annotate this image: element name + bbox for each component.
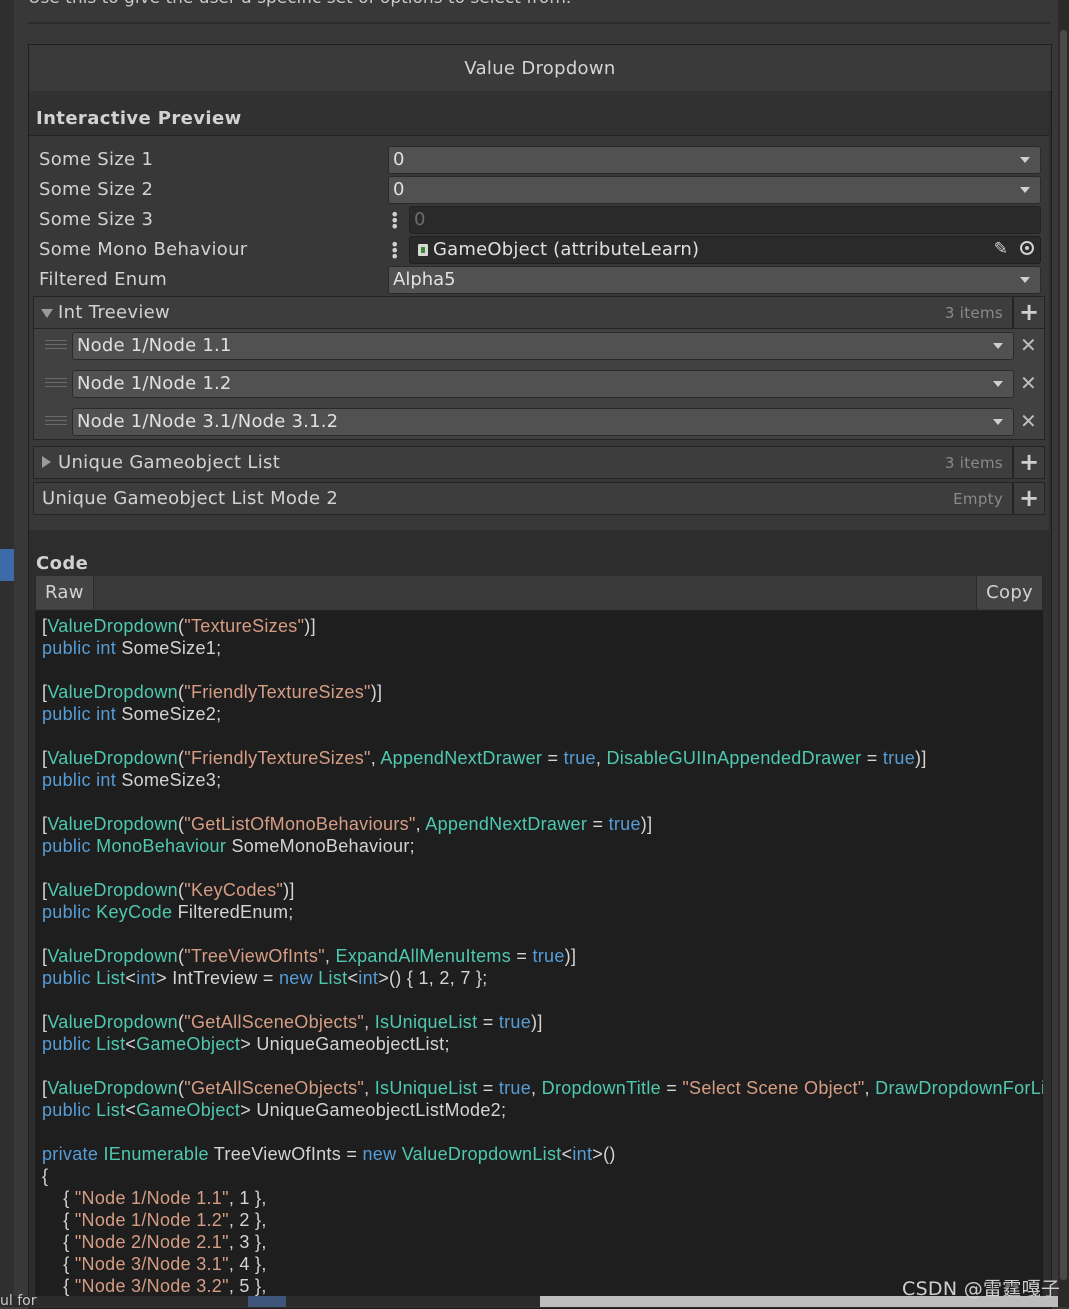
- dropdown-value: 0: [393, 149, 405, 170]
- add-item-button[interactable]: +: [1013, 296, 1045, 329]
- section-title: Code: [36, 553, 89, 574]
- field-some-size-2: Some Size 2 0: [29, 176, 1049, 204]
- pencil-icon[interactable]: ✎: [994, 239, 1008, 259]
- add-item-button[interactable]: +: [1013, 446, 1045, 479]
- item-dropdown[interactable]: Node 1/Node 1.1: [72, 332, 1014, 360]
- list-item: Node 1/Node 3.1/Node 3.1.2 ✕: [34, 407, 1044, 437]
- copy-button[interactable]: Copy: [976, 576, 1043, 609]
- some-size-3-field[interactable]: 0: [409, 206, 1041, 234]
- code-text: [ValueDropdown("TextureSizes")] public i…: [42, 616, 1043, 1296]
- unique-gameobject-list-mode2-header[interactable]: Unique Gameobject List Mode 2 Empty: [33, 482, 1013, 515]
- dropdown-value: Node 1/Node 3.1/Node 3.1.2: [77, 411, 339, 432]
- caret-down-icon: [993, 343, 1003, 349]
- dropdown-value: 0: [393, 179, 405, 200]
- script-icon: [418, 244, 428, 256]
- list-title: Int Treeview: [58, 302, 171, 323]
- vertical-scroll-thumb[interactable]: [1060, 30, 1067, 1280]
- field-label: Some Size 1: [39, 149, 154, 170]
- int-treeview-items: Node 1/Node 1.1 ✕ Node 1/Node 1.2 ✕ Node…: [33, 329, 1045, 440]
- field-some-size-1: Some Size 1 0: [29, 146, 1049, 174]
- filtered-enum-dropdown[interactable]: Alpha5: [388, 266, 1041, 294]
- tab-raw[interactable]: Raw: [35, 576, 94, 609]
- field-label: Some Mono Behaviour: [39, 239, 248, 260]
- list-title: Unique Gameobject List Mode 2: [42, 488, 339, 509]
- code-header: Code: [29, 540, 1049, 576]
- code-block: [ValueDropdown("TextureSizes")] public i…: [35, 611, 1043, 1301]
- left-panel-strip: [0, 0, 14, 1307]
- list-item: Node 1/Node 1.1 ✕: [34, 331, 1044, 361]
- bottom-accent: [248, 1296, 286, 1307]
- caret-down-icon: [1020, 277, 1030, 283]
- item-count: Empty: [953, 490, 1003, 508]
- some-size-1-dropdown[interactable]: 0: [388, 146, 1041, 174]
- list-title: Unique Gameobject List: [58, 452, 281, 473]
- mono-behaviour-object-field[interactable]: GameObject (attributeLearn) ✎: [409, 236, 1041, 264]
- section-title: Interactive Preview: [36, 108, 242, 129]
- remove-item-icon[interactable]: ✕: [1020, 409, 1037, 433]
- interactive-preview: Some Size 1 0 Some Size 2 0 Some Size 3 …: [29, 136, 1049, 530]
- field-value: 0: [414, 209, 426, 230]
- collapsed-arrow-icon[interactable]: [42, 456, 51, 468]
- description-text: Use this to give the user a specific set…: [28, 0, 1048, 10]
- some-size-2-dropdown[interactable]: 0: [388, 176, 1041, 204]
- field-filtered-enum: Filtered Enum Alpha5: [29, 266, 1049, 294]
- remove-item-icon[interactable]: ✕: [1020, 371, 1037, 395]
- dropdown-value: Node 1/Node 1.2: [77, 373, 232, 394]
- unique-gameobject-list-header[interactable]: Unique Gameobject List 3 items: [33, 446, 1013, 479]
- item-dropdown[interactable]: Node 1/Node 1.2: [72, 370, 1014, 398]
- watermark: CSDN @雷霆嘎子: [902, 1278, 1061, 1300]
- caret-down-icon: [1020, 157, 1030, 163]
- field-label: Some Size 3: [39, 209, 154, 230]
- more-options-icon[interactable]: • • •: [390, 207, 399, 235]
- field-some-size-3: Some Size 3 • • • 0: [29, 206, 1049, 235]
- drag-handle-icon[interactable]: [45, 378, 67, 390]
- left-selection-indicator: [0, 549, 14, 581]
- expand-arrow-icon[interactable]: [41, 309, 53, 318]
- drag-handle-icon[interactable]: [45, 416, 67, 428]
- item-count: 3 items: [944, 304, 1003, 322]
- more-options-icon[interactable]: • • •: [390, 237, 399, 265]
- field-label: Filtered Enum: [39, 269, 168, 290]
- add-item-button[interactable]: +: [1013, 482, 1045, 515]
- remove-item-icon[interactable]: ✕: [1020, 333, 1037, 357]
- item-count: 3 items: [944, 454, 1003, 472]
- int-treeview-header[interactable]: Int Treeview 3 items: [33, 296, 1013, 329]
- caret-down-icon: [993, 381, 1003, 387]
- example-title: Value Dropdown: [28, 44, 1052, 92]
- code-tabbar: Raw Copy: [35, 576, 1043, 611]
- dropdown-value: Node 1/Node 1.1: [77, 335, 232, 356]
- dropdown-value: Alpha5: [393, 269, 456, 290]
- caret-down-icon: [993, 419, 1003, 425]
- drag-handle-icon[interactable]: [45, 340, 67, 352]
- caret-down-icon: [1020, 187, 1030, 193]
- divider: [28, 22, 1050, 24]
- item-dropdown[interactable]: Node 1/Node 3.1/Node 3.1.2: [72, 408, 1014, 436]
- list-item: Node 1/Node 1.2 ✕: [34, 369, 1044, 399]
- object-value: GameObject (attributeLearn): [433, 239, 700, 260]
- interactive-preview-header: Interactive Preview: [29, 91, 1049, 136]
- object-picker-icon[interactable]: [1020, 241, 1034, 255]
- field-some-mono-behaviour: Some Mono Behaviour • • • GameObject (attr…: [29, 236, 1049, 265]
- field-label: Some Size 2: [39, 179, 154, 200]
